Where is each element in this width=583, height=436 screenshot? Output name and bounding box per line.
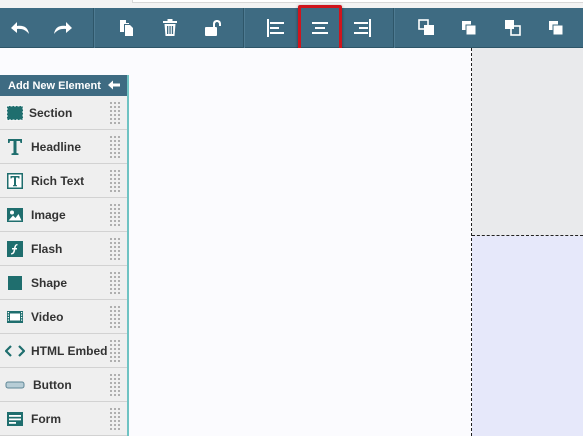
guide-line-horizontal — [472, 235, 583, 236]
video-icon — [5, 308, 25, 326]
html-embed-icon — [5, 342, 25, 360]
send-to-back-icon — [549, 21, 564, 36]
undo-button[interactable] — [1, 8, 41, 48]
add-element-panel: Add New Element Section Headline Rich Te… — [0, 75, 129, 436]
element-label: Section — [29, 106, 73, 120]
drag-handle[interactable] — [109, 237, 121, 261]
trash-icon — [163, 19, 177, 36]
send-backward-button[interactable] — [493, 8, 533, 48]
redo-icon — [54, 22, 72, 34]
drag-handle[interactable] — [109, 339, 121, 363]
element-item-rich-text[interactable]: Rich Text — [0, 164, 127, 198]
button-icon — [5, 376, 25, 394]
element-item-video[interactable]: Video — [0, 300, 127, 334]
align-left-button[interactable] — [256, 8, 296, 48]
element-label: Form — [31, 412, 61, 426]
element-item-image[interactable]: Image — [0, 198, 127, 232]
element-label: Rich Text — [31, 174, 85, 188]
element-item-section[interactable]: Section — [0, 96, 127, 130]
section-icon — [5, 104, 25, 122]
rich-text-icon — [5, 172, 25, 190]
element-label: Shape — [31, 276, 68, 290]
undo-icon — [11, 22, 29, 34]
collapse-panel-button[interactable] — [107, 78, 121, 92]
drag-handle[interactable] — [109, 305, 121, 329]
flash-icon — [5, 240, 25, 258]
copy-icon — [120, 20, 133, 36]
top-strip — [0, 0, 583, 8]
lock-button[interactable] — [193, 8, 233, 48]
send-to-back-button[interactable] — [536, 8, 576, 48]
guide-line-vertical — [471, 48, 472, 436]
element-label: Image — [31, 208, 66, 222]
drag-handle[interactable] — [109, 169, 121, 193]
bring-forward-button[interactable] — [449, 8, 489, 48]
panel-header: Add New Element — [0, 75, 127, 96]
element-item-form[interactable]: Form — [0, 402, 127, 436]
element-item-flash[interactable]: Flash — [0, 232, 127, 266]
right-grey-region — [472, 48, 583, 236]
bring-forward-icon — [462, 21, 477, 36]
send-backward-icon — [505, 20, 521, 36]
copy-button[interactable] — [106, 8, 146, 48]
drag-handle[interactable] — [109, 407, 121, 431]
editor-window: Add New Element Section Headline Rich Te… — [0, 0, 583, 436]
drag-handle[interactable] — [109, 373, 121, 397]
align-left-icon — [267, 19, 284, 37]
delete-button[interactable] — [150, 8, 190, 48]
element-label: HTML Embed — [31, 344, 108, 358]
toolbar — [0, 8, 583, 48]
drag-handle[interactable] — [109, 271, 121, 295]
unlock-icon — [205, 20, 221, 36]
image-icon — [5, 206, 25, 224]
shape-icon — [5, 274, 25, 292]
bring-to-front-icon — [418, 19, 434, 35]
drag-handle[interactable] — [109, 203, 121, 227]
form-icon — [5, 410, 25, 428]
drag-handle[interactable] — [109, 101, 121, 125]
element-item-shape[interactable]: Shape — [0, 266, 127, 300]
align-right-button[interactable] — [342, 8, 382, 48]
right-blue-region — [472, 236, 583, 436]
redo-button[interactable] — [42, 8, 82, 48]
element-label: Headline — [31, 140, 82, 154]
panel-title: Add New Element — [8, 79, 101, 92]
arrow-left-icon — [108, 80, 120, 90]
drag-handle[interactable] — [109, 135, 121, 159]
element-item-button[interactable]: Button — [0, 368, 127, 402]
element-item-headline[interactable]: Headline — [0, 130, 127, 164]
element-label: Button — [33, 378, 72, 392]
element-item-html-embed[interactable]: HTML Embed — [0, 334, 127, 368]
element-label: Video — [31, 310, 64, 324]
align-right-icon — [354, 19, 371, 37]
bring-to-front-button[interactable] — [407, 8, 447, 48]
headline-icon — [5, 138, 25, 156]
align-center-highlight — [298, 5, 342, 52]
element-label: Flash — [31, 242, 63, 256]
